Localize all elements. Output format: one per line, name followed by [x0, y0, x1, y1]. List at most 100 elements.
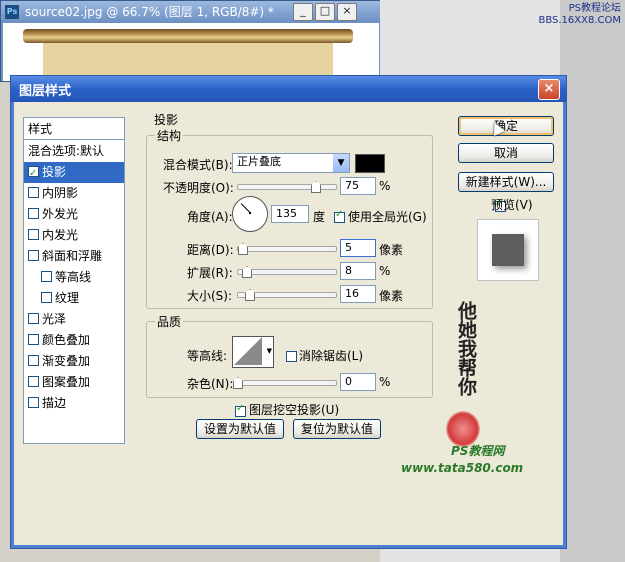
- style-list-item[interactable]: 外发光: [24, 204, 124, 225]
- document-title: source02.jpg @ 66.7% (图层 1, RGB/8#) *: [25, 5, 274, 19]
- style-list: 样式 混合选项:默认投影内阴影外发光内发光斜面和浮雕等高线纹理光泽颜色叠加渐变叠…: [23, 117, 125, 444]
- style-item-label: 斜面和浮雕: [42, 249, 103, 263]
- style-list-item[interactable]: 颜色叠加: [24, 330, 124, 351]
- watermark-top: PS教程论坛 BBS.16XX8.COM: [538, 3, 621, 27]
- photoshop-doc-icon: Ps: [5, 5, 19, 19]
- contour-picker[interactable]: ▼: [232, 336, 274, 368]
- style-item-checkbox[interactable]: [41, 271, 52, 282]
- style-list-item[interactable]: 斜面和浮雕: [24, 246, 124, 267]
- spread-slider-thumb[interactable]: [242, 266, 252, 278]
- style-list-item[interactable]: 投影: [24, 162, 124, 184]
- style-item-checkbox[interactable]: [28, 376, 39, 387]
- global-light-label[interactable]: 使用全局光(G): [348, 208, 427, 225]
- style-list-item[interactable]: 光泽: [24, 309, 124, 330]
- opacity-label: 不透明度(O):: [163, 181, 234, 195]
- structure-group: 结构 混合模式(B): 正片叠底 ▼ 不透明度(O): 75 % 角度(A): …: [146, 127, 433, 309]
- blend-mode-value: 正片叠底: [237, 155, 281, 168]
- document-titlebar[interactable]: Ps source02.jpg @ 66.7% (图层 1, RGB/8#) *…: [1, 1, 381, 23]
- noise-slider[interactable]: [237, 380, 337, 386]
- style-item-checkbox[interactable]: [28, 313, 39, 324]
- size-label: 大小(S):: [187, 289, 233, 303]
- size-input[interactable]: 16: [340, 285, 376, 303]
- contour-preview-icon: [234, 337, 262, 365]
- style-item-checkbox[interactable]: [28, 250, 39, 261]
- distance-unit: 像素: [379, 243, 404, 257]
- angle-input[interactable]: 135: [271, 205, 309, 223]
- knockout-checkbox[interactable]: [235, 403, 246, 417]
- style-item-label: 渐变叠加: [42, 354, 91, 368]
- site-name-watermark: PS教程网: [451, 444, 505, 458]
- calligraphy-watermark: 他她我帮你: [446, 301, 477, 396]
- style-item-label: 等高线: [55, 270, 92, 284]
- make-default-button[interactable]: 设置为默认值: [196, 419, 284, 439]
- style-list-item[interactable]: 混合选项:默认: [24, 141, 124, 162]
- style-list-item[interactable]: 内发光: [24, 225, 124, 246]
- anti-alias-label[interactable]: 消除锯齿(L): [299, 347, 363, 364]
- style-item-checkbox[interactable]: [28, 208, 39, 219]
- distance-label: 距离(D):: [187, 243, 234, 257]
- knockout-label[interactable]: 图层挖空投影(U): [249, 401, 339, 418]
- style-item-checkbox[interactable]: [28, 163, 39, 184]
- close-icon[interactable]: ×: [538, 79, 560, 100]
- shadow-color-swatch[interactable]: [355, 154, 385, 173]
- angle-dial[interactable]: [232, 196, 268, 232]
- reset-default-button[interactable]: 复位为默认值: [293, 419, 381, 439]
- size-unit: 像素: [379, 289, 404, 303]
- close-icon[interactable]: ×: [337, 3, 357, 21]
- style-item-label: 外发光: [42, 207, 79, 221]
- cancel-button[interactable]: 取消: [458, 143, 554, 163]
- noise-unit: %: [379, 375, 391, 389]
- style-item-checkbox[interactable]: [28, 355, 39, 366]
- style-preview-thumbnail: [477, 219, 539, 281]
- spread-input[interactable]: 8: [340, 262, 376, 280]
- quality-legend: 品质: [155, 313, 184, 330]
- noise-input[interactable]: 0: [340, 373, 376, 391]
- style-list-item[interactable]: 纹理: [24, 288, 124, 309]
- noise-label: 杂色(N):: [187, 377, 234, 391]
- site-url-watermark: www.tata580.com: [401, 461, 524, 475]
- ok-button[interactable]: 确定: [458, 116, 554, 136]
- style-item-checkbox[interactable]: [28, 229, 39, 240]
- distance-slider[interactable]: [237, 246, 337, 252]
- style-list-item[interactable]: 图案叠加: [24, 372, 124, 393]
- minimize-icon[interactable]: _: [293, 3, 313, 21]
- watermark-top-line1: PS教程论坛: [568, 3, 621, 14]
- spread-slider[interactable]: [237, 269, 337, 275]
- style-item-checkbox[interactable]: [28, 187, 39, 198]
- new-style-button[interactable]: 新建样式(W)...: [458, 172, 554, 192]
- opacity-slider[interactable]: [237, 184, 337, 190]
- noise-slider-thumb[interactable]: [233, 377, 243, 389]
- preview-label[interactable]: 预览(V): [491, 196, 533, 213]
- opacity-slider-thumb[interactable]: [311, 181, 321, 193]
- style-item-checkbox[interactable]: [41, 292, 52, 303]
- angle-label: 角度(A):: [187, 210, 233, 224]
- blend-mode-select[interactable]: 正片叠底 ▼: [232, 153, 350, 173]
- distance-input[interactable]: 5: [340, 239, 376, 257]
- style-item-label: 描边: [42, 396, 67, 410]
- photoshop-panel-strip: [560, 0, 625, 562]
- maximize-icon[interactable]: □: [315, 3, 335, 21]
- global-light-checkbox[interactable]: [334, 209, 345, 223]
- document-canvas[interactable]: [3, 23, 379, 81]
- chevron-down-icon[interactable]: ▼: [333, 154, 349, 172]
- spread-unit: %: [379, 264, 391, 278]
- dialog-title: 图层样式: [19, 84, 72, 99]
- style-list-item[interactable]: 内阴影: [24, 183, 124, 204]
- style-list-item[interactable]: 等高线: [24, 267, 124, 288]
- structure-legend: 结构: [155, 127, 184, 144]
- style-list-item[interactable]: 渐变叠加: [24, 351, 124, 372]
- style-list-header[interactable]: 样式: [24, 118, 124, 140]
- layer-style-dialog: 图层样式 × 样式 混合选项:默认投影内阴影外发光内发光斜面和浮雕等高线纹理光泽…: [10, 75, 567, 549]
- quality-group: 品质 等高线: ▼ 消除锯齿(L) 杂色(N): 0 %: [146, 313, 433, 398]
- style-list-item[interactable]: 描边: [24, 393, 124, 414]
- style-item-checkbox[interactable]: [28, 334, 39, 345]
- dialog-titlebar[interactable]: 图层样式 ×: [11, 76, 566, 102]
- size-slider-thumb[interactable]: [245, 289, 255, 301]
- style-item-label: 内阴影: [42, 186, 79, 200]
- style-item-checkbox[interactable]: [28, 397, 39, 408]
- angle-unit: 度: [313, 210, 326, 224]
- anti-alias-checkbox[interactable]: [286, 351, 297, 362]
- opacity-input[interactable]: 75: [340, 177, 376, 195]
- contour-dropdown-icon[interactable]: ▼: [267, 347, 272, 355]
- distance-slider-thumb[interactable]: [238, 243, 248, 255]
